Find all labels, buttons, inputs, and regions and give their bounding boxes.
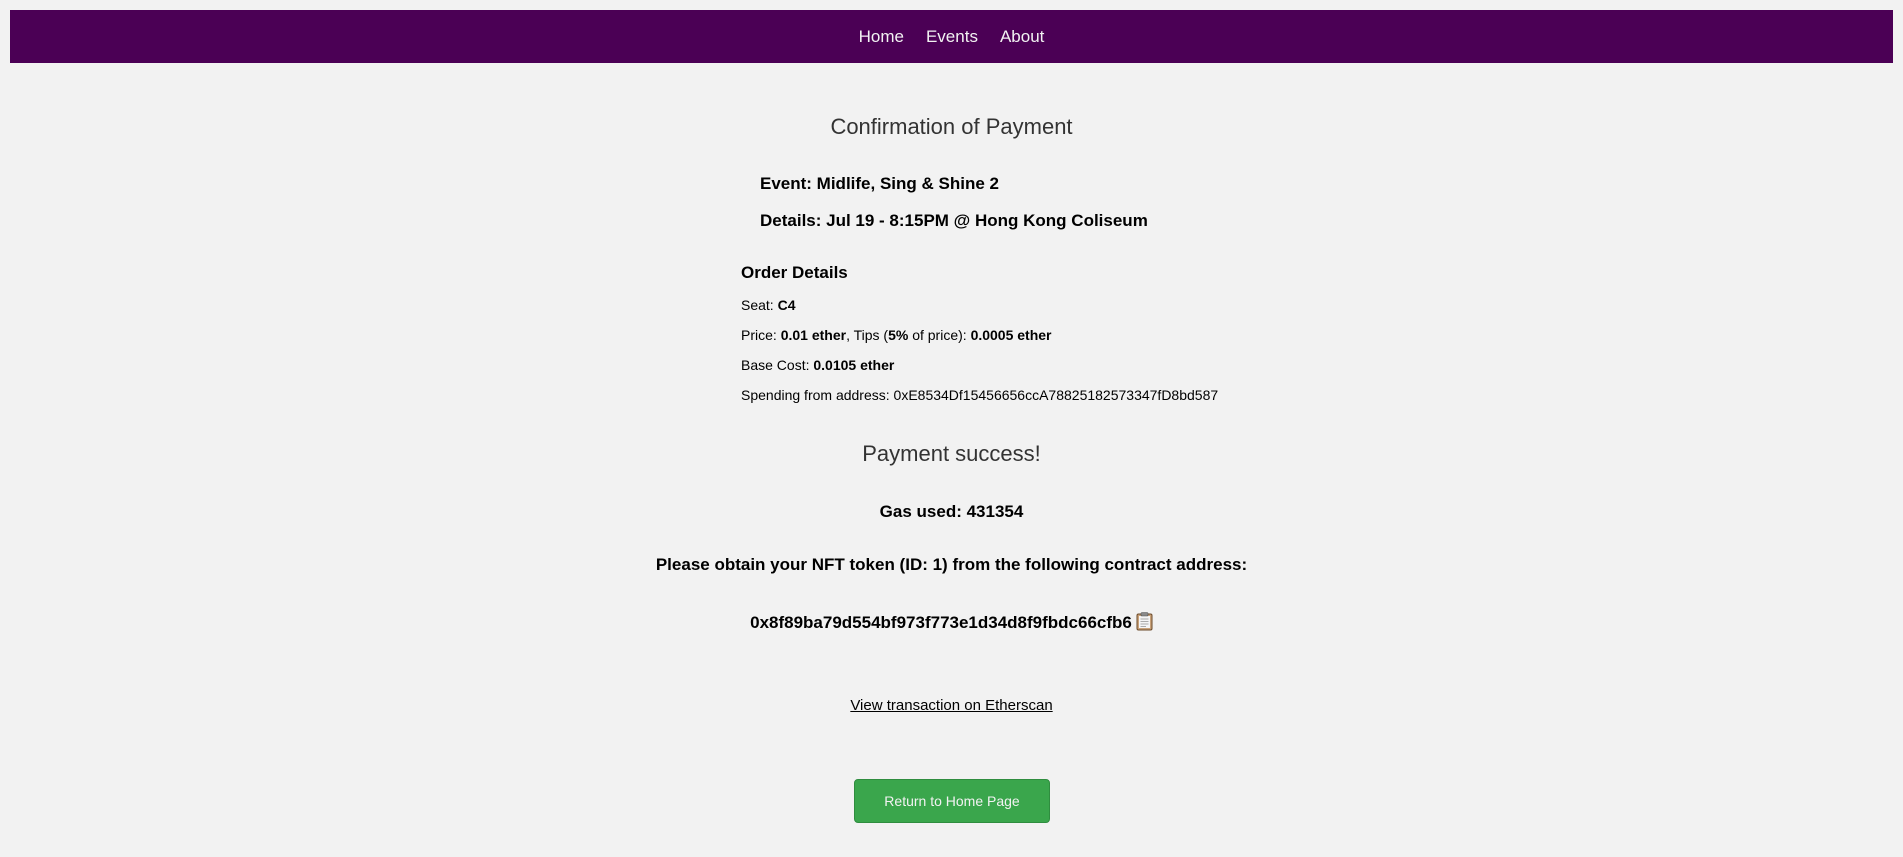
gas-used: Gas used: 431354 bbox=[879, 502, 1024, 521]
etherscan-link-row: View transaction on Etherscan bbox=[0, 697, 1903, 715]
spending-address-line: Spending from address: 0xE8534Df15456656… bbox=[741, 387, 1218, 403]
contract-address-row: 0x8f89ba79d554bf973f773e1d34d8f9fbdc66cf… bbox=[0, 612, 1903, 633]
payment-status: Payment success! bbox=[862, 441, 1041, 466]
spending-address: 0xE8534Df15456656ccA78825182573347fD8bd5… bbox=[893, 387, 1219, 403]
tips-value: 0.0005 ether bbox=[970, 327, 1052, 343]
return-home-button[interactable]: Return to Home Page bbox=[854, 779, 1050, 823]
price-line: Price: 0.01 ether, Tips (5% of price): 0… bbox=[741, 327, 1218, 343]
nav-events-link[interactable]: Events bbox=[922, 27, 982, 47]
price-label: Price: bbox=[741, 327, 781, 343]
base-cost-line: Base Cost: 0.0105 ether bbox=[741, 357, 1218, 373]
event-name: Event: Midlife, Sing & Shine 2 bbox=[760, 174, 999, 193]
tips-label-a: , Tips ( bbox=[846, 327, 889, 343]
price-value: 0.01 ether bbox=[780, 327, 847, 343]
base-cost-label: Base Cost: bbox=[741, 357, 814, 373]
clipboard-icon[interactable] bbox=[1136, 612, 1153, 631]
top-navbar: Home Events About bbox=[10, 10, 1893, 63]
base-cost-value: 0.0105 ether bbox=[813, 357, 895, 373]
seat-value: C4 bbox=[777, 297, 796, 313]
confirmation-title: Confirmation of Payment bbox=[830, 114, 1073, 139]
seat-line: Seat: C4 bbox=[741, 297, 1218, 313]
event-details: Details: Jul 19 - 8:15PM @ Hong Kong Col… bbox=[760, 211, 1148, 230]
tips-percent: 5% bbox=[888, 327, 909, 343]
contract-address: 0x8f89ba79d554bf973f773e1d34d8f9fbdc66cf… bbox=[750, 613, 1132, 632]
order-details-heading: Order Details bbox=[741, 263, 848, 282]
seat-label: Seat: bbox=[741, 297, 778, 313]
order-details-section: Order Details Seat: C4 Price: 0.01 ether… bbox=[741, 263, 1218, 417]
nav-home-link[interactable]: Home bbox=[855, 27, 908, 47]
nft-instructions: Please obtain your NFT token (ID: 1) fro… bbox=[655, 555, 1248, 574]
page: Home Events About Confirmation of Paymen… bbox=[0, 0, 1903, 857]
nav-about-link[interactable]: About bbox=[996, 27, 1048, 47]
tips-label-b: of price): bbox=[908, 327, 971, 343]
spending-label: Spending from address: bbox=[741, 387, 894, 403]
etherscan-link[interactable]: View transaction on Etherscan bbox=[850, 697, 1052, 714]
